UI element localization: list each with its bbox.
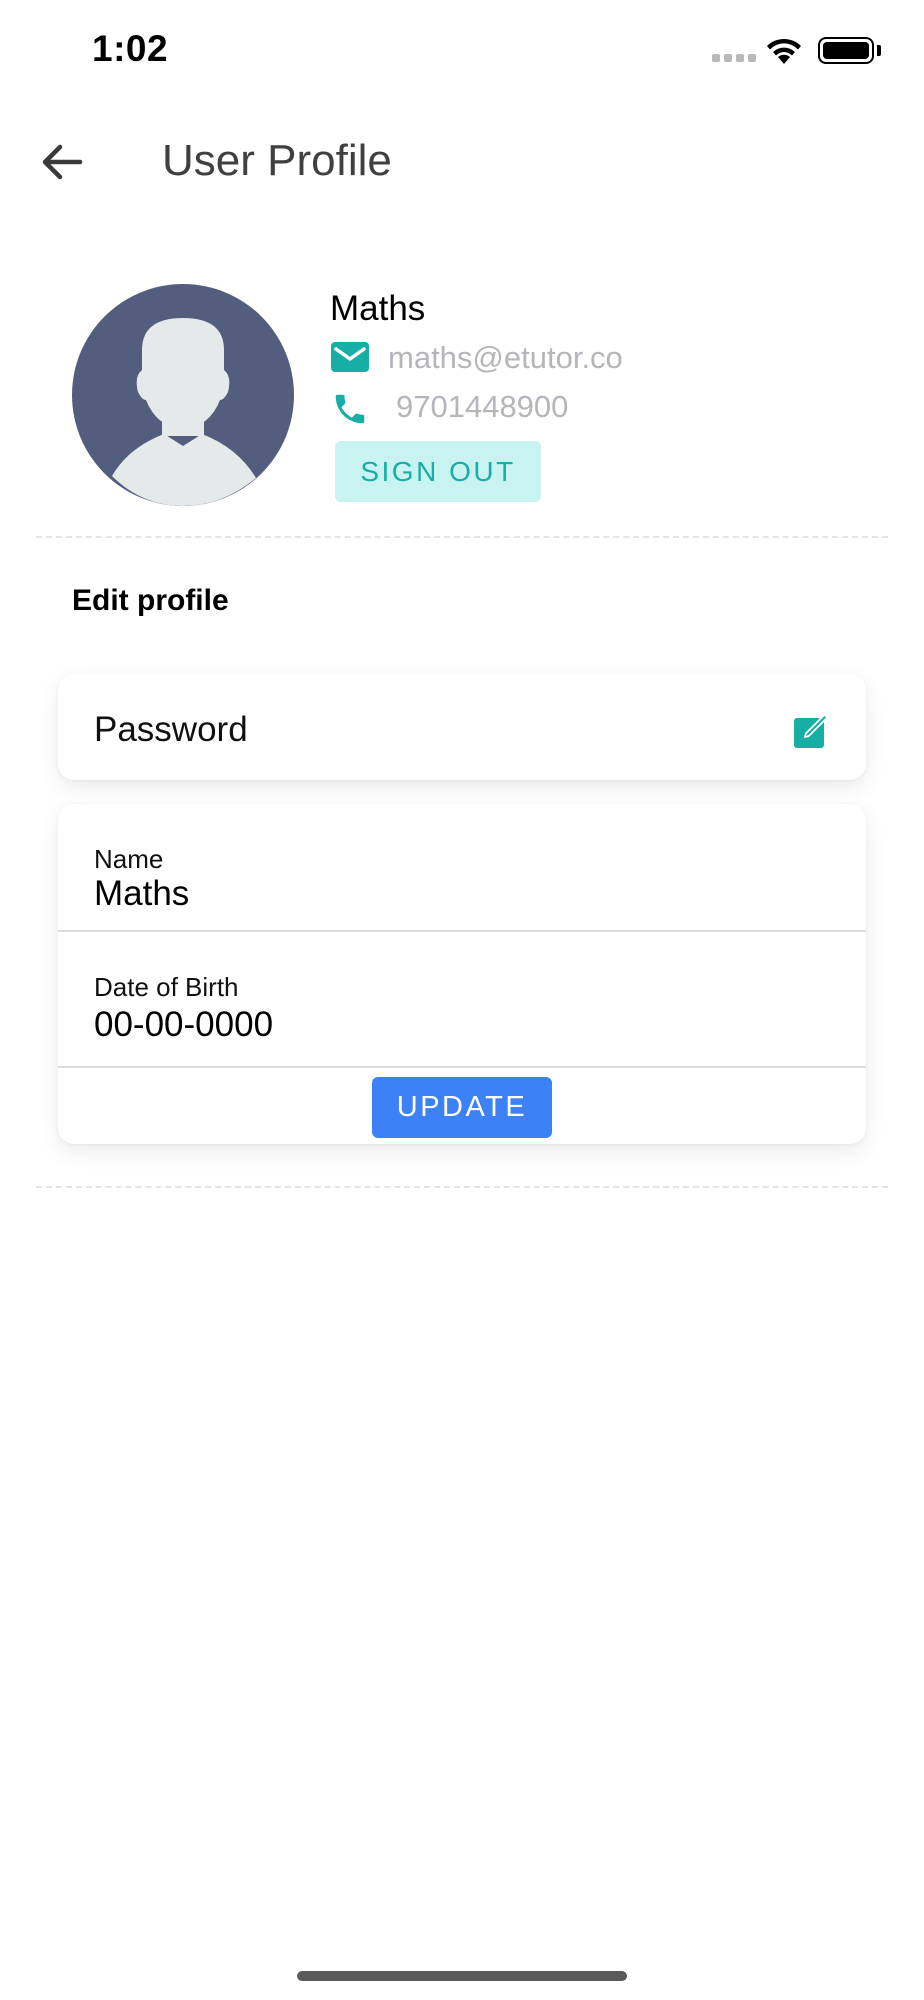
name-field[interactable]: Maths <box>94 874 814 914</box>
profile-form-card: Name Maths Date of Birth 00-00-0000 UPDA… <box>58 804 866 1144</box>
profile-name: Maths <box>330 289 426 328</box>
edit-icon[interactable] <box>792 710 832 750</box>
field-separator <box>58 1066 866 1068</box>
profile-email: maths@etutor.co <box>388 340 623 375</box>
arrow-left-icon <box>42 144 83 180</box>
wifi-icon <box>767 38 801 64</box>
edit-profile-heading: Edit profile <box>72 584 229 617</box>
page-title: User Profile <box>162 136 392 185</box>
status-time: 1:02 <box>92 28 169 69</box>
default-user-silhouette-icon <box>112 318 256 506</box>
envelope-icon <box>331 342 369 372</box>
battery-cap <box>877 45 881 56</box>
sign-out-button[interactable]: SIGN OUT <box>335 441 541 502</box>
avatar <box>72 284 294 506</box>
name-field-label: Name <box>94 844 164 874</box>
update-button[interactable]: UPDATE <box>372 1077 552 1138</box>
battery-icon <box>818 37 874 64</box>
password-label: Password <box>94 710 248 749</box>
field-separator <box>58 930 866 932</box>
phone-icon <box>335 394 365 424</box>
section-divider <box>36 1186 888 1188</box>
cellular-signal-icon <box>712 54 756 62</box>
dob-field-label: Date of Birth <box>94 972 239 1002</box>
back-button[interactable] <box>36 136 88 188</box>
date-of-birth-field[interactable]: 00-00-0000 <box>94 1005 814 1045</box>
home-indicator[interactable] <box>297 1971 627 1981</box>
user-profile-screen: 1:02 User Profile Maths maths@etutor.co … <box>0 0 924 2000</box>
password-card[interactable]: Password <box>58 674 866 780</box>
profile-phone: 9701448900 <box>396 389 569 424</box>
section-divider <box>36 536 888 538</box>
